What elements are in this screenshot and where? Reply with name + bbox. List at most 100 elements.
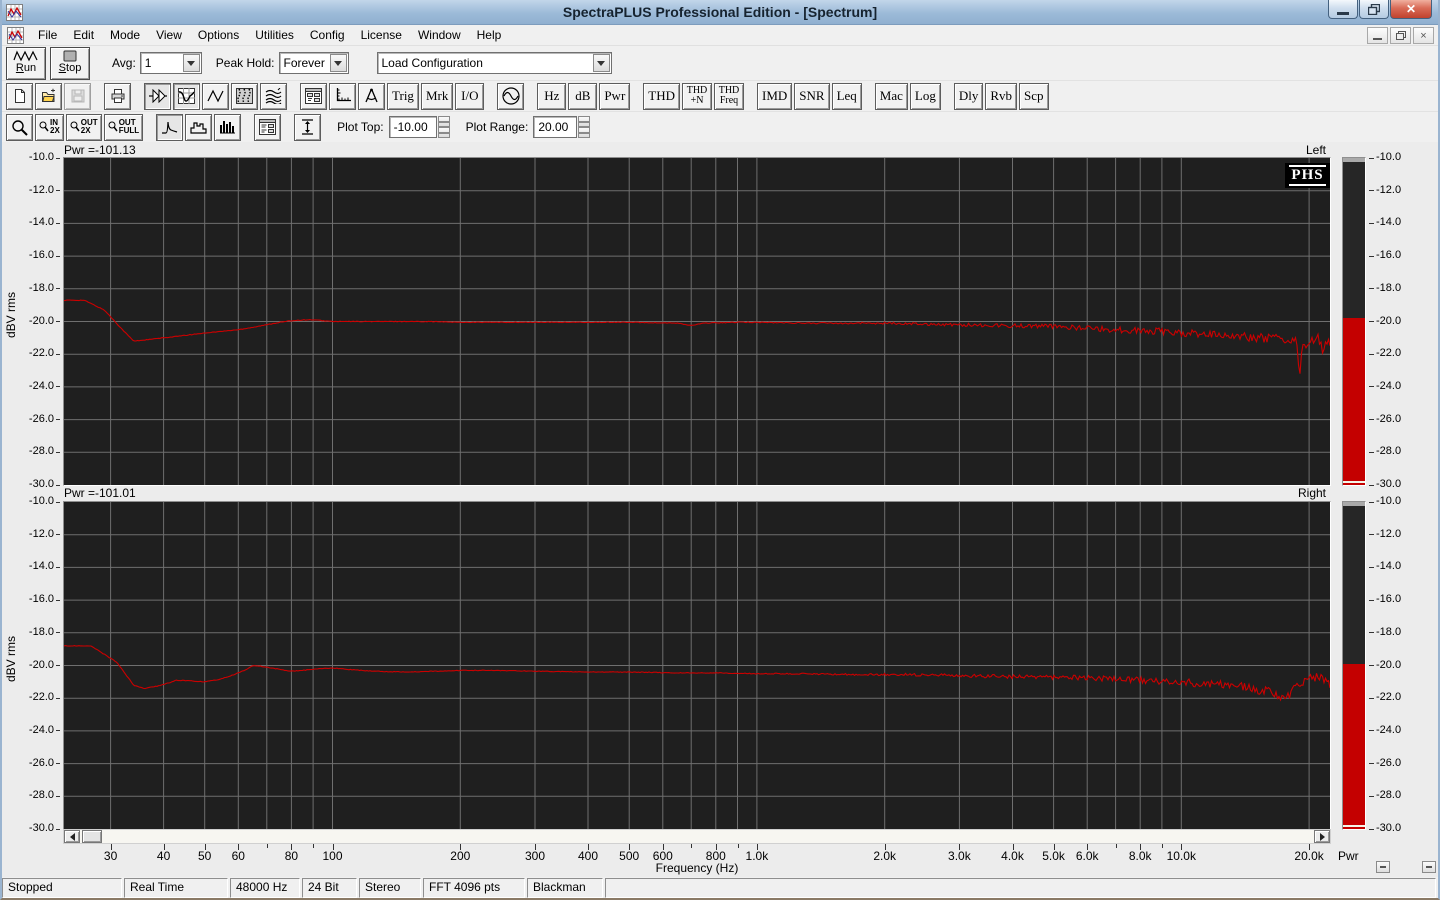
load-configuration-select[interactable]: Load Configuration: [376, 52, 612, 74]
avg-dropdown-arrow[interactable]: [182, 54, 200, 72]
spin-down-icon[interactable]: [437, 127, 450, 138]
menu-mode[interactable]: Mode: [102, 26, 148, 44]
frequency-scrollbar[interactable]: [63, 829, 1331, 844]
chevron-down-icon: [334, 60, 342, 66]
display-settings-button[interactable]: [300, 82, 327, 110]
chevron-down-icon: [597, 60, 605, 66]
meter-tick-label: -30.0: [1376, 822, 1402, 834]
zoom-out-2x-button[interactable]: OUT 2X: [65, 113, 102, 141]
reverb-button[interactable]: Rvb: [985, 82, 1018, 110]
waveform-view-button[interactable]: [202, 82, 229, 110]
status-bar: Stopped Real Time 48000 Hz 24 Bit Stereo…: [2, 877, 1438, 898]
avg-select[interactable]: 1: [139, 52, 202, 74]
line-plot-button[interactable]: [156, 113, 184, 141]
spectrum-view-button[interactable]: [173, 82, 200, 110]
restore-icon: [1368, 3, 1380, 15]
menu-view[interactable]: View: [148, 26, 190, 44]
title-bar: SpectraPLUS Professional Edition - [Spec…: [2, 0, 1438, 25]
stop-button[interactable]: Stop: [50, 46, 90, 80]
menu-help[interactable]: Help: [469, 26, 510, 44]
left-spectrum-plot[interactable]: [63, 157, 1331, 486]
delay-button[interactable]: Dly: [953, 82, 984, 110]
open-file-button[interactable]: [35, 82, 62, 110]
menu-file[interactable]: File: [30, 26, 65, 44]
vertical-range-icon: [302, 119, 314, 135]
logging-button[interactable]: Log: [909, 82, 941, 110]
units-hz-button[interactable]: Hz: [537, 82, 567, 110]
left-level-meter: [1342, 157, 1366, 486]
vertical-range-button[interactable]: [294, 113, 322, 141]
meter-tick-label: -14.0: [1376, 216, 1402, 229]
print-button[interactable]: [104, 82, 131, 110]
y-tick-label: -22.0: [28, 691, 54, 704]
meter-tick-label: -12.0: [1376, 527, 1402, 540]
thd-button[interactable]: THD: [643, 82, 680, 110]
bar-plot-button[interactable]: [185, 113, 213, 141]
io-button[interactable]: I/O: [455, 82, 485, 110]
scroll-right-button[interactable]: [1314, 830, 1330, 843]
save-button[interactable]: [64, 82, 91, 110]
units-db-button[interactable]: dB: [568, 82, 598, 110]
surface-view-button[interactable]: [260, 82, 287, 110]
plot-range-input[interactable]: [533, 116, 578, 138]
new-file-icon: [14, 89, 25, 103]
right-spectrum-plot[interactable]: [63, 501, 1331, 830]
scrollbar-thumb[interactable]: [82, 830, 102, 843]
plot-top-input[interactable]: [388, 116, 437, 138]
scope-button[interactable]: Scp: [1019, 82, 1049, 110]
meter-tick-label: -22.0: [1376, 691, 1402, 704]
menu-config[interactable]: Config: [302, 26, 353, 44]
leq-button[interactable]: Leq: [831, 82, 862, 110]
pane-splitter-button[interactable]: [1376, 861, 1390, 873]
peak-hold-dropdown-arrow[interactable]: [329, 54, 347, 72]
spin-down-icon[interactable]: [578, 127, 591, 138]
mdi-minimize-icon: [1373, 38, 1382, 40]
plot-top-spinner[interactable]: [437, 116, 450, 138]
spin-up-icon[interactable]: [578, 116, 591, 127]
markers-button[interactable]: Mrk: [420, 82, 454, 110]
menu-window[interactable]: Window: [410, 26, 469, 44]
mdi-restore-button[interactable]: [1390, 27, 1411, 44]
menu-utilities[interactable]: Utilities: [247, 26, 302, 44]
plot-options-button[interactable]: [254, 113, 282, 141]
ruler-icon: [336, 88, 351, 102]
imd-button[interactable]: IMD: [757, 82, 793, 110]
new-file-button[interactable]: [6, 82, 33, 110]
meter-tick-label: -14.0: [1376, 560, 1402, 573]
transport-toolbar: Run Stop Avg: 1 Peak Hold: Forever Load …: [2, 46, 1438, 81]
mdi-close-button[interactable]: ×: [1413, 27, 1434, 44]
meter-tick-label: -28.0: [1376, 445, 1402, 458]
app-window: SpectraPLUS Professional Edition - [Spec…: [0, 0, 1440, 900]
minimize-button[interactable]: [1328, 0, 1358, 19]
zoom-tool-button[interactable]: [6, 113, 33, 141]
zoom-out-full-button[interactable]: OUT FULL: [103, 113, 144, 141]
thd-freq-button[interactable]: THD Freq: [714, 82, 744, 110]
calibration-button[interactable]: [358, 82, 385, 110]
mdi-minimize-button[interactable]: [1367, 27, 1388, 44]
macro-button[interactable]: Mac: [874, 82, 908, 110]
menu-options[interactable]: Options: [190, 26, 247, 44]
menu-edit[interactable]: Edit: [65, 26, 102, 44]
run-button[interactable]: Run: [6, 46, 46, 80]
document-icon[interactable]: [7, 26, 24, 44]
trigger-button[interactable]: Trig: [387, 82, 419, 110]
peak-hold-select[interactable]: Forever: [278, 52, 349, 74]
scroll-left-button[interactable]: [64, 830, 80, 843]
thd-n-button[interactable]: THD +N: [682, 82, 712, 110]
snr-button[interactable]: SNR: [794, 82, 830, 110]
histogram-button[interactable]: [214, 113, 242, 141]
restore-button[interactable]: [1359, 0, 1389, 19]
signal-generator-button[interactable]: [497, 82, 525, 110]
y-tick-label: -30.0: [28, 478, 54, 490]
spectrogram-view-button[interactable]: [231, 82, 258, 110]
menu-license[interactable]: License: [353, 26, 410, 44]
power-button[interactable]: Pwr: [599, 82, 631, 110]
plot-range-spinner[interactable]: [578, 116, 591, 138]
load-config-dropdown-arrow[interactable]: [592, 54, 610, 72]
spin-up-icon[interactable]: [437, 116, 450, 127]
zoom-in-2x-button[interactable]: IN 2X: [35, 113, 64, 141]
scaling-button[interactable]: [329, 82, 356, 110]
close-button[interactable]: ✕: [1390, 0, 1432, 19]
pane-expand-button[interactable]: [1422, 861, 1436, 873]
run-analyzer-button[interactable]: [144, 82, 171, 110]
